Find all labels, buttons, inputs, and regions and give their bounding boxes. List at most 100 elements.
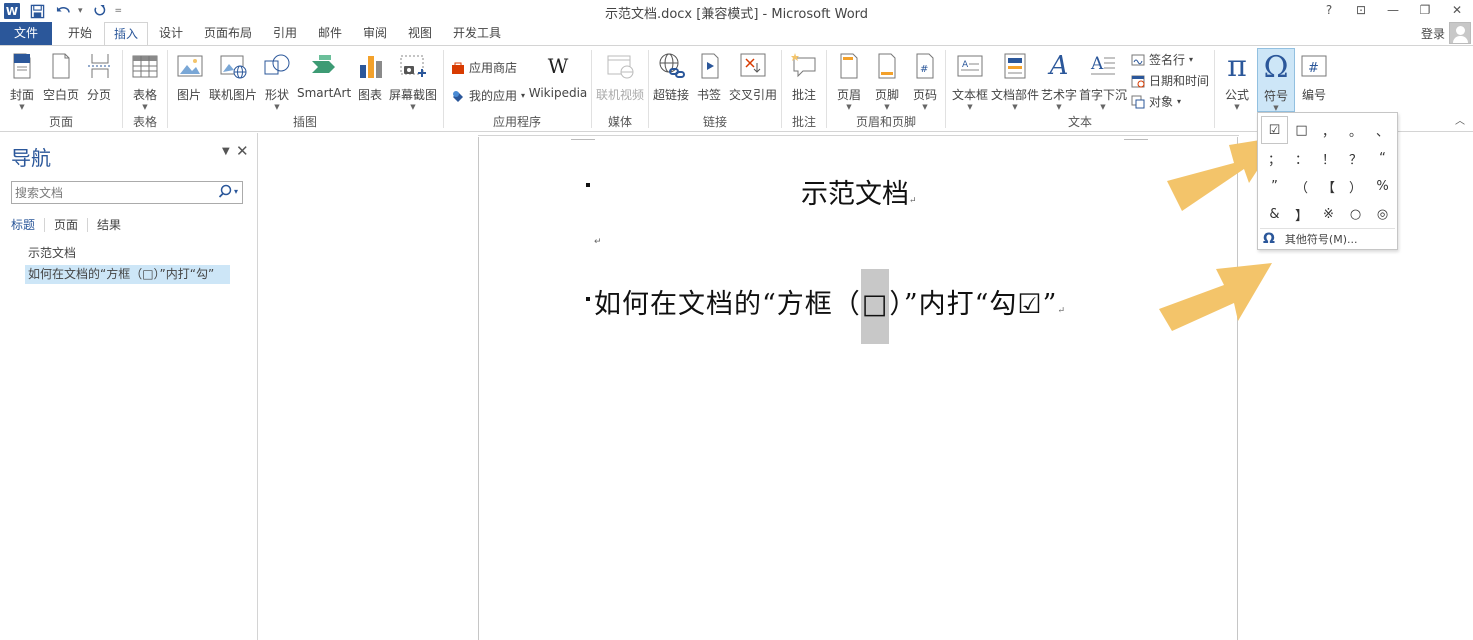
symbol-item[interactable]: 。 <box>1342 116 1369 144</box>
nav-options-icon[interactable]: ▼ <box>222 146 230 157</box>
minimize-icon[interactable]: — <box>1385 2 1401 18</box>
online-picture-button[interactable]: 联机图片 <box>208 50 258 103</box>
title-bar: W ▾ = 示范文档.docx [兼容模式] - Microsoft Word … <box>0 0 1473 22</box>
tab-review[interactable]: 审阅 <box>354 22 396 45</box>
avatar[interactable] <box>1449 22 1471 44</box>
margin-corner-mark <box>571 139 595 143</box>
tab-developer[interactable]: 开发工具 <box>446 22 508 45</box>
online-video-button[interactable]: 联机视频 <box>595 50 645 103</box>
symbol-button[interactable]: Ω 符号 ▼ <box>1257 48 1295 112</box>
save-icon[interactable] <box>28 2 46 20</box>
my-apps-button[interactable]: 我的应用 ▾ <box>450 87 525 104</box>
nav-heading-item-selected[interactable]: 如何在文档的“方框（□）”内打“勾” <box>25 265 230 284</box>
tab-page-layout[interactable]: 页面布局 <box>197 22 259 45</box>
textbox-button[interactable]: A 文本框 ▼ <box>950 50 990 111</box>
symbol-item[interactable]: ； <box>1261 144 1288 172</box>
selected-box-character[interactable]: □ <box>860 269 890 344</box>
word-window: W ▾ = 示范文档.docx [兼容模式] - Microsoft Word … <box>0 0 1473 640</box>
undo-icon[interactable] <box>54 2 72 20</box>
symbol-item[interactable]: ” <box>1261 172 1288 200</box>
search-input[interactable] <box>12 182 212 203</box>
nav-tab-headings[interactable]: 标题 <box>11 218 46 232</box>
cross-reference-button[interactable]: 交叉引用 <box>727 50 779 103</box>
chevron-down-icon: ▼ <box>1273 104 1279 112</box>
redo-icon[interactable] <box>91 2 109 20</box>
svg-text:A: A <box>1090 54 1104 74</box>
numbering-button[interactable]: # 编号 <box>1297 50 1331 103</box>
smartart-button[interactable]: SmartArt <box>297 50 351 100</box>
wordart-button[interactable]: A 艺术字 ▼ <box>1040 50 1078 111</box>
chart-icon <box>355 50 387 82</box>
hyperlink-button[interactable]: 超链接 <box>651 50 691 103</box>
quick-parts-button[interactable]: 文档部件 ▼ <box>990 50 1040 111</box>
search-button[interactable]: ▾ <box>218 184 238 198</box>
symbol-item[interactable]: ※ <box>1315 200 1342 228</box>
login-link[interactable]: 登录 <box>1421 25 1445 42</box>
footer-button[interactable]: 页脚 ▼ <box>871 50 903 111</box>
chevron-down-icon: ▼ <box>410 103 416 111</box>
app-store-button[interactable]: 应用商店 <box>450 59 517 76</box>
svg-text:#: # <box>1308 61 1319 76</box>
symbol-item[interactable]: 】 <box>1288 200 1315 228</box>
close-icon[interactable]: ✕ <box>1449 2 1465 18</box>
wikipedia-button[interactable]: W Wikipedia <box>528 50 588 100</box>
customize-qat-icon[interactable]: = <box>115 6 123 16</box>
tab-view[interactable]: 视图 <box>399 22 441 45</box>
nav-tab-results[interactable]: 结果 <box>97 218 130 232</box>
restore-icon[interactable]: ❐ <box>1417 2 1433 18</box>
screenshot-button[interactable]: 屏幕截图 ▼ <box>388 50 438 111</box>
nav-heading-item[interactable]: 示范文档 <box>25 244 230 263</box>
symbol-item[interactable]: ◎ <box>1369 200 1396 228</box>
symbol-item[interactable]: ！ <box>1315 144 1342 172</box>
symbol-item[interactable]: ？ <box>1342 144 1369 172</box>
chart-button[interactable]: 图表 <box>355 50 385 103</box>
symbol-item[interactable]: □ <box>1288 116 1315 144</box>
table-button[interactable]: 表格 ▼ <box>129 50 161 111</box>
shapes-button[interactable]: 形状 ▼ <box>261 50 293 111</box>
close-icon[interactable]: ✕ <box>236 142 249 160</box>
tab-design[interactable]: 设计 <box>150 22 192 45</box>
new-comment-button[interactable]: 批注 <box>788 50 820 103</box>
document-page[interactable]: 示范文档↵ ↵ 如何在文档的“方框（□）”内打“勾☑”↵ <box>478 137 1238 640</box>
dropcap-button[interactable]: A 首字下沉 ▼ <box>1078 50 1128 111</box>
tab-insert[interactable]: 插入 <box>104 22 148 46</box>
symbol-item[interactable]: 【 <box>1315 172 1342 200</box>
tab-mailings[interactable]: 邮件 <box>309 22 351 45</box>
object-button[interactable]: 对象 ▾ <box>1130 93 1181 110</box>
more-symbols-button[interactable]: Ω 其他符号(M)... <box>1263 230 1357 248</box>
ribbon-display-icon[interactable]: ⊡ <box>1353 2 1369 18</box>
tab-references[interactable]: 引用 <box>264 22 306 45</box>
symbol-item[interactable]: ） <box>1342 172 1369 200</box>
word-logo-icon[interactable]: W <box>4 3 20 19</box>
tab-home[interactable]: 开始 <box>58 22 102 45</box>
page-break-button[interactable]: 分页 <box>84 50 114 103</box>
picture-button[interactable]: 图片 <box>174 50 204 103</box>
document-title[interactable]: 示范文档↵ <box>801 172 917 211</box>
header-button[interactable]: 页眉 ▼ <box>833 50 865 111</box>
help-icon[interactable]: ? <box>1321 2 1337 18</box>
symbol-item[interactable]: ○ <box>1342 200 1369 228</box>
symbol-item[interactable]: ： <box>1288 144 1315 172</box>
tab-file[interactable]: 文件 <box>0 22 52 45</box>
cover-button[interactable]: 封面 ▼ <box>6 50 38 111</box>
collapse-ribbon-icon[interactable]: ︿ <box>1455 112 1465 127</box>
nav-tab-pages[interactable]: 页面 <box>54 218 89 232</box>
blank-page-button[interactable]: 空白页 <box>42 50 80 103</box>
bookmark-button[interactable]: 书签 <box>694 50 724 103</box>
group-header-footer: 页眉 ▼ 页脚 ▼ # 页码 ▼ 页眉和页脚 <box>827 46 945 132</box>
symbol-item[interactable]: % <box>1369 172 1396 200</box>
page-number-button[interactable]: # 页码 ▼ <box>909 50 941 111</box>
equation-button[interactable]: π 公式 ▼ <box>1221 49 1253 112</box>
symbol-item[interactable]: & <box>1261 200 1288 228</box>
symbol-item[interactable]: 、 <box>1369 116 1396 144</box>
symbol-item[interactable]: “ <box>1369 144 1396 172</box>
symbol-item[interactable]: ☑ <box>1261 116 1288 144</box>
undo-dropdown-icon[interactable]: ▾ <box>78 6 83 16</box>
symbol-item[interactable]: （ <box>1288 172 1315 200</box>
signature-line-button[interactable]: 签名行 ▾ <box>1130 51 1193 68</box>
symbol-item[interactable]: ， <box>1315 116 1342 144</box>
group-label-links: 链接 <box>702 115 727 129</box>
document-heading-line[interactable]: 如何在文档的“方框（□）”内打“勾☑”↵ <box>594 269 1066 344</box>
date-time-button[interactable]: 日期和时间 <box>1130 72 1209 89</box>
chevron-down-icon: ▼ <box>967 103 973 111</box>
